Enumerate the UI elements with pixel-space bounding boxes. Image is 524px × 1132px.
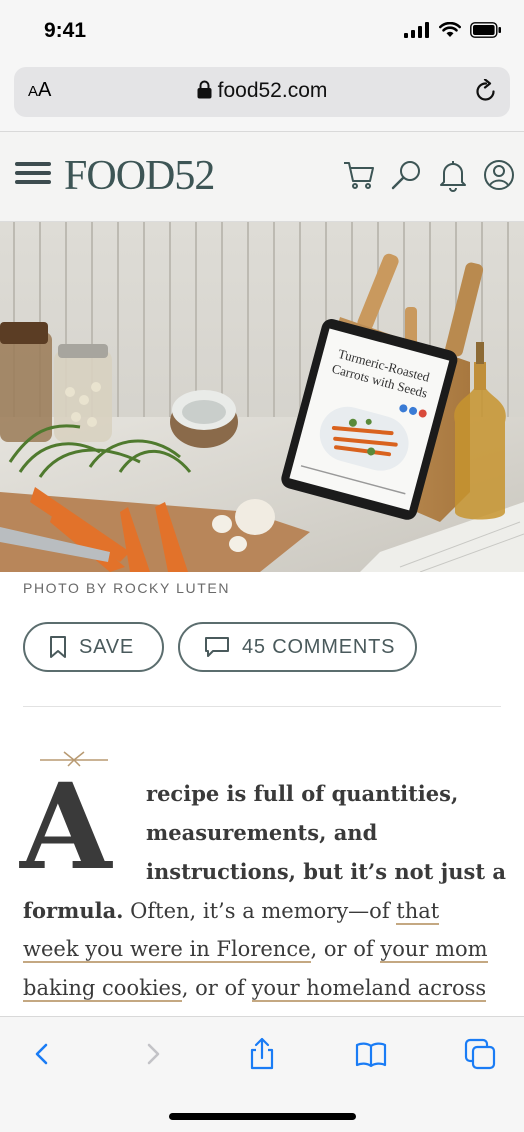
save-label: SAVE xyxy=(79,635,135,658)
article-line-4: formula. Often, it’s a memory—of that xyxy=(23,898,440,925)
article-link-your-mom[interactable]: your mom xyxy=(380,937,488,963)
article-line-5: week you were in Florence, or of your mo… xyxy=(23,937,488,963)
status-bar: 9:41 xyxy=(0,0,524,60)
comment-icon xyxy=(205,637,229,657)
bookmark-icon xyxy=(50,636,66,658)
url-display[interactable]: food52.com xyxy=(14,79,510,103)
section-divider xyxy=(23,706,501,707)
article-link-homeland[interactable]: your homeland across xyxy=(251,976,487,1002)
reload-icon[interactable] xyxy=(474,79,498,105)
hero-illustration: Turmeric-Roasted Carrots with Seeds xyxy=(0,222,524,572)
address-bar[interactable]: AA food52.com xyxy=(14,67,510,117)
hero-photo: Turmeric-Roasted Carrots with Seeds xyxy=(0,222,524,572)
cart-icon[interactable] xyxy=(342,158,376,192)
bookmarks-icon[interactable] xyxy=(354,1037,388,1071)
status-icons xyxy=(404,22,502,38)
save-button[interactable]: SAVE xyxy=(23,622,164,672)
article-link-that[interactable]: that xyxy=(396,899,440,925)
hamburger-icon[interactable] xyxy=(15,162,51,188)
article-line-6-text: , or of xyxy=(181,976,252,1000)
battery-icon xyxy=(470,22,501,38)
article-link-florence[interactable]: week you were in Florence xyxy=(23,937,311,963)
cellular-signal-icon xyxy=(404,22,429,38)
site-header: FOOD52 xyxy=(0,132,524,222)
comments-button[interactable]: 45 COMMENTS xyxy=(178,622,417,672)
account-icon[interactable] xyxy=(482,158,516,192)
lock-icon xyxy=(197,80,212,99)
article-link-baking-cookies[interactable]: baking cookies xyxy=(23,976,182,1002)
drop-cap: A xyxy=(20,757,112,896)
article-line-2: measurements, and xyxy=(146,820,378,845)
tabs-icon[interactable] xyxy=(463,1037,497,1071)
search-icon[interactable] xyxy=(390,158,424,192)
url-text: food52.com xyxy=(217,79,328,102)
article-line-3: instructions, but it’s not just a xyxy=(146,859,506,884)
wifi-icon xyxy=(439,22,461,37)
article-line-1: recipe is full of quantities, xyxy=(146,781,459,806)
photo-credit: PHOTO BY ROCKY LUTEN xyxy=(23,580,231,596)
comments-label: 45 COMMENTS xyxy=(242,635,396,658)
status-time: 9:41 xyxy=(44,19,87,42)
article-line-4-bold: formula. xyxy=(23,898,124,923)
share-icon[interactable] xyxy=(245,1037,279,1071)
back-icon[interactable] xyxy=(25,1037,59,1071)
site-logo[interactable]: FOOD52 xyxy=(64,152,215,200)
forward-icon[interactable] xyxy=(136,1037,170,1071)
bell-icon[interactable] xyxy=(436,158,470,192)
article-line-5-text: , or of xyxy=(310,937,381,961)
browser-url-area: AA food52.com xyxy=(0,60,524,132)
article-line-4-text: Often, it’s a memory—of xyxy=(123,899,397,923)
article-line-6: baking cookies, or of your homeland acro… xyxy=(23,976,487,1002)
home-indicator xyxy=(169,1113,356,1120)
